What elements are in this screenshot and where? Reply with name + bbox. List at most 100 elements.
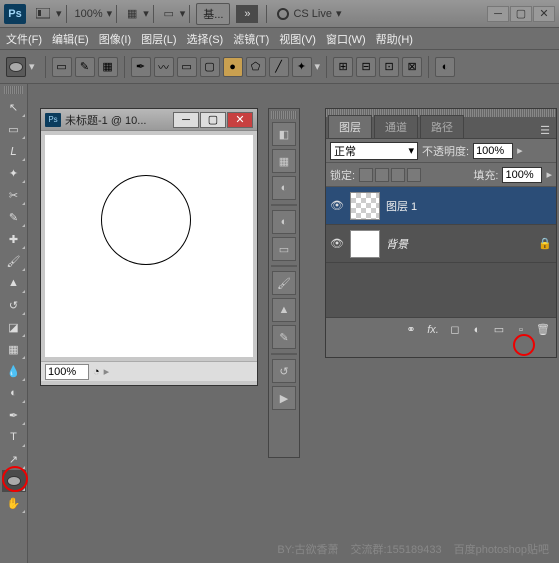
clone-panel-icon[interactable]: ▲ — [272, 298, 296, 322]
eraser-tool[interactable]: ◪ — [2, 316, 26, 338]
restore-button[interactable]: ▢ — [510, 6, 532, 22]
bridge-icon[interactable] — [34, 5, 52, 23]
layer-row[interactable]: 👁 图层 1 — [326, 187, 556, 225]
adjustment-layer-icon[interactable]: ◐ — [470, 323, 484, 337]
type-tool[interactable]: T — [2, 426, 26, 448]
brush-tool[interactable]: 🖌 — [2, 250, 26, 272]
menu-layer[interactable]: 图层(L) — [141, 31, 176, 47]
link-layers-icon[interactable]: ⚭ — [404, 323, 418, 337]
panel-menu-icon[interactable]: ☰ — [537, 122, 553, 138]
layer-name[interactable]: 背景 — [386, 236, 408, 252]
fill-arrow-icon[interactable]: ▸ — [546, 168, 552, 181]
tool-preset-icon[interactable] — [6, 57, 26, 77]
eyedropper-tool[interactable]: ✎ — [2, 206, 26, 228]
history-brush-tool[interactable]: ↺ — [2, 294, 26, 316]
group-icon[interactable]: ▭ — [492, 323, 506, 337]
bridge-dropdown-icon[interactable]: ▾ — [56, 7, 62, 20]
swatches-panel-icon[interactable]: ▦ — [272, 149, 296, 173]
lock-all-icon[interactable] — [407, 168, 421, 182]
lock-image-icon[interactable] — [375, 168, 389, 182]
layer-style-icon[interactable]: fx. — [426, 323, 440, 337]
close-button[interactable]: ✕ — [533, 6, 555, 22]
delete-layer-icon[interactable]: 🗑 — [536, 323, 550, 337]
brush-panel-icon[interactable]: 🖌 — [272, 271, 296, 295]
tab-paths[interactable]: 路径 — [420, 115, 464, 138]
crop-tool[interactable]: ✂ — [2, 184, 26, 206]
actions-panel-icon[interactable]: ▶ — [272, 386, 296, 410]
arrange-icon[interactable]: ▦ — [123, 5, 141, 23]
workspace-button[interactable]: 基... — [196, 3, 230, 25]
menu-help[interactable]: 帮助(H) — [376, 31, 413, 47]
move-tool[interactable]: ↖ — [2, 96, 26, 118]
style-icon[interactable]: ◐ — [435, 57, 455, 77]
roundrect-shape-icon[interactable]: ▢ — [200, 57, 220, 77]
workspace-expand-icon[interactable]: » — [236, 5, 258, 23]
path-select-tool[interactable]: ↗ — [2, 448, 26, 470]
combine-exclude-icon[interactable]: ⊠ — [402, 57, 422, 77]
paths-icon[interactable]: ✎ — [75, 57, 95, 77]
combine-subtract-icon[interactable]: ⊟ — [356, 57, 376, 77]
layer-mask-icon[interactable]: ◻ — [448, 323, 462, 337]
doc-titlebar[interactable]: Ps 未标题-1 @ 10... ─ ▢ ✕ — [41, 109, 257, 131]
menu-view[interactable]: 视图(V) — [279, 31, 316, 47]
ellipse-shape-icon[interactable]: ● — [223, 57, 243, 77]
combine-intersect-icon[interactable]: ⊡ — [379, 57, 399, 77]
layer-thumb[interactable] — [350, 192, 380, 220]
minimize-button[interactable]: ─ — [487, 6, 509, 22]
zoom-level[interactable]: 100% — [75, 8, 103, 20]
brushpresets-panel-icon[interactable]: ✎ — [272, 325, 296, 349]
layer-row[interactable]: 👁 背景 🔒 — [326, 225, 556, 263]
lasso-tool[interactable]: 𝘓 — [2, 140, 26, 162]
menu-filter[interactable]: 滤镜(T) — [233, 31, 269, 47]
lock-transparent-icon[interactable] — [359, 168, 373, 182]
gradient-tool[interactable]: ▦ — [2, 338, 26, 360]
screen-mode-icon[interactable]: ▭ — [160, 5, 178, 23]
combine-add-icon[interactable]: ⊞ — [333, 57, 353, 77]
opacity-arrow-icon[interactable]: ▸ — [517, 144, 523, 157]
polygon-shape-icon[interactable]: ⬠ — [246, 57, 266, 77]
opacity-field[interactable]: 100% — [473, 143, 513, 159]
menu-file[interactable]: 文件(F) — [6, 31, 42, 47]
doc-restore-button[interactable]: ▢ — [200, 112, 226, 128]
custom-shape-icon[interactable]: ✦ — [292, 57, 312, 77]
doc-info-icon[interactable]: ◔ — [93, 366, 100, 378]
toolbar-grip[interactable] — [4, 86, 23, 94]
doc-zoom-field[interactable]: 100% — [45, 364, 89, 380]
layer-name[interactable]: 图层 1 — [386, 198, 417, 214]
new-layer-icon[interactable]: ▫ — [514, 323, 528, 337]
freeform-pen-icon[interactable]: 〰 — [154, 57, 174, 77]
rect-shape-icon[interactable]: ▭ — [177, 57, 197, 77]
color-panel-icon[interactable]: ◧ — [272, 122, 296, 146]
blur-tool[interactable]: 💧 — [2, 360, 26, 382]
fill-field[interactable]: 100% — [502, 167, 542, 183]
visibility-icon[interactable]: 👁 — [330, 237, 344, 251]
menu-image[interactable]: 图像(I) — [99, 31, 131, 47]
layer-thumb[interactable] — [350, 230, 380, 258]
fill-pixels-icon[interactable]: ▦ — [98, 57, 118, 77]
doc-minimize-button[interactable]: ─ — [173, 112, 199, 128]
tab-channels[interactable]: 通道 — [374, 115, 418, 138]
screen-dropdown-icon[interactable]: ▾ — [180, 7, 186, 20]
shape-tool[interactable] — [2, 470, 26, 492]
arrange-dropdown-icon[interactable]: ▾ — [143, 7, 149, 20]
minipanel-grip[interactable] — [271, 111, 297, 119]
tab-layers[interactable]: 图层 — [328, 115, 372, 138]
doc-close-button[interactable]: ✕ — [227, 112, 253, 128]
menu-select[interactable]: 选择(S) — [187, 31, 224, 47]
pen-tool[interactable]: ✒ — [2, 404, 26, 426]
history-panel-icon[interactable]: ↺ — [272, 359, 296, 383]
masks-panel-icon[interactable]: ▭ — [272, 237, 296, 261]
marquee-tool[interactable]: ▭ — [2, 118, 26, 140]
styles-panel-icon[interactable]: ◐ — [272, 176, 296, 200]
dodge-tool[interactable]: ◐ — [2, 382, 26, 404]
shape-layers-icon[interactable]: ▭ — [52, 57, 72, 77]
adjustments-panel-icon[interactable]: ◐ — [272, 210, 296, 234]
hand-tool[interactable]: ✋ — [2, 492, 26, 514]
lock-position-icon[interactable] — [391, 168, 405, 182]
cslive-button[interactable]: CS Live▾ — [277, 7, 341, 20]
zoom-dropdown-icon[interactable]: ▾ — [107, 7, 113, 20]
canvas[interactable] — [45, 135, 253, 357]
pen-icon[interactable]: ✒ — [131, 57, 151, 77]
line-shape-icon[interactable]: ╱ — [269, 57, 289, 77]
menu-window[interactable]: 窗口(W) — [326, 31, 366, 47]
